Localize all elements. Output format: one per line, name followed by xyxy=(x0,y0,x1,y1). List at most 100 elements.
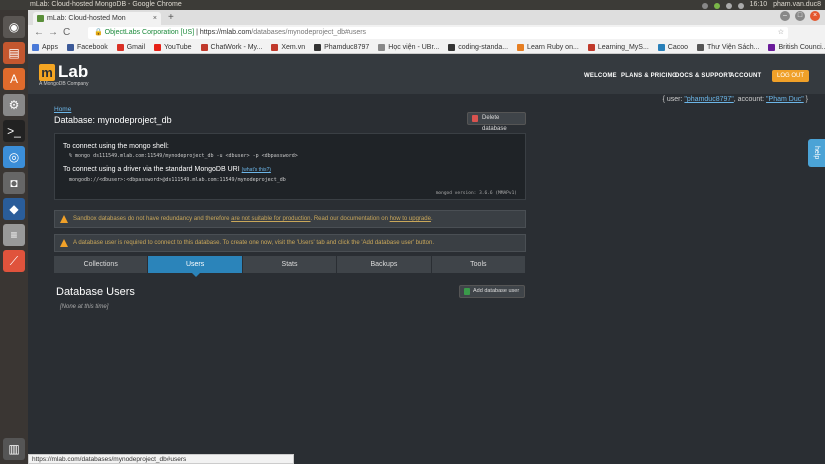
bookmark-item[interactable]: ChatWork - My... xyxy=(200,41,263,53)
software-center-icon[interactable]: A xyxy=(3,68,25,90)
bookmark-label: ChatWork - My... xyxy=(210,43,263,51)
whats-this-link[interactable]: (what's this?) xyxy=(242,167,271,173)
chat-icon[interactable] xyxy=(713,3,720,9)
volume-icon[interactable] xyxy=(737,3,744,9)
shell-command: % mongo ds111549.mlab.com:11549/mynodepr… xyxy=(69,153,298,159)
cert-org: ObjectLabs Corporation [US] xyxy=(104,29,195,36)
session-user[interactable]: pham.van.duc8 xyxy=(773,0,821,10)
bookmark-favicon-icon xyxy=(587,43,595,51)
dash-icon[interactable]: ◉ xyxy=(3,16,25,38)
launcher: ◉ ▤ A ⚙ >_ ◎ ◘ ◆ ≡ ⟋ ▥ xyxy=(0,10,28,464)
bookmark-label: Apps xyxy=(42,43,58,51)
bookmark-item[interactable]: Facebook xyxy=(66,41,108,53)
bookmark-item[interactable]: British Counci... xyxy=(768,41,825,53)
logout-button[interactable]: LOG OUT xyxy=(772,70,809,82)
mongod-version: mongod version: 3.6.6 (MMAPv1) xyxy=(435,191,517,196)
url-path: /databases/mynodeproject_db#users xyxy=(251,29,367,36)
add-database-user-button[interactable]: Add database user xyxy=(459,285,525,298)
nav-welcome[interactable]: WELCOME xyxy=(584,73,617,79)
breadcrumb-home[interactable]: Home xyxy=(54,106,71,113)
bookmark-item[interactable]: YouTube xyxy=(154,41,192,53)
delete-database-button[interactable]: Delete database xyxy=(467,112,526,132)
browser-tab[interactable]: mLab: Cloud-hosted Mon × xyxy=(33,12,161,25)
vscode-icon[interactable]: ◆ xyxy=(3,198,25,220)
how-to-upgrade-link[interactable]: how to upgrade xyxy=(390,216,431,222)
trash-icon[interactable]: ▥ xyxy=(3,438,25,460)
bookmark-label: Xem.vn xyxy=(281,43,306,51)
bookmark-label: YouTube xyxy=(164,43,192,51)
files-icon[interactable]: ▤ xyxy=(3,42,25,64)
bookmark-star-icon[interactable]: ☆ xyxy=(778,27,784,39)
tab-title: mLab: Cloud-hosted Mon xyxy=(47,15,126,22)
bookmark-item[interactable]: Apps xyxy=(32,41,58,53)
bookmark-favicon-icon xyxy=(517,43,525,51)
bookmark-item[interactable]: Learning_MyS... xyxy=(587,41,649,53)
mlab-logo[interactable]: m Lab A MongoDB Company xyxy=(39,62,89,87)
logo-text: Lab xyxy=(58,62,89,81)
maximize-icon[interactable]: □ xyxy=(795,11,805,21)
back-button[interactable]: ← xyxy=(34,27,44,39)
bookmark-item[interactable]: coding-standa... xyxy=(448,41,508,53)
tab-stats[interactable]: Stats xyxy=(242,256,338,273)
bookmark-favicon-icon xyxy=(66,43,74,51)
tab-strip: mLab: Cloud-hosted Mon × + – □ × xyxy=(28,10,825,25)
wifi-icon[interactable] xyxy=(725,3,732,9)
terminal-icon[interactable]: >_ xyxy=(3,120,25,142)
bookmark-favicon-icon xyxy=(378,43,386,51)
sandbox-warning: Sandbox databases do not have redundancy… xyxy=(54,210,526,228)
bookmark-label: British Counci... xyxy=(778,43,825,51)
tab-backups[interactable]: Backups xyxy=(337,256,432,273)
logo-subtitle: A MongoDB Company xyxy=(39,81,89,87)
nav-account[interactable]: ACCOUNT xyxy=(730,73,761,79)
shell-label: To connect using the mongo shell: xyxy=(63,143,169,150)
nav-docs-support[interactable]: DOCS & SUPPORT xyxy=(675,73,732,79)
bookmarks-bar: Apps Facebook Gmail YouTube ChatWork - My...… xyxy=(28,41,825,54)
not-suitable-link[interactable]: are not suitable for production xyxy=(231,216,310,222)
address-bar[interactable]: 🔒 ObjectLabs Corporation [US] | https://… xyxy=(88,27,788,39)
bookmark-item[interactable]: Phamduc8797 xyxy=(314,41,369,53)
bookmark-item[interactable]: Gmail xyxy=(116,41,145,53)
mlab-favicon-icon xyxy=(37,15,44,22)
help-tab[interactable]: help xyxy=(808,139,825,167)
bookmark-favicon-icon xyxy=(768,43,776,51)
database-icon[interactable]: ≡ xyxy=(3,224,25,246)
chrome-icon[interactable]: ◎ xyxy=(3,146,25,168)
minimize-icon[interactable]: – xyxy=(780,11,790,21)
bookmark-favicon-icon xyxy=(448,43,456,51)
clock[interactable]: 16:10 xyxy=(750,0,768,10)
empty-users-message: [None at this time] xyxy=(60,304,109,310)
warning-icon xyxy=(60,215,68,223)
tab-users[interactable]: Users xyxy=(148,256,243,277)
connection-info: To connect using the mongo shell: % mong… xyxy=(54,133,526,200)
user-link[interactable]: "phamduc8797" xyxy=(684,96,733,103)
bookmark-item[interactable]: Xem.vn xyxy=(271,41,305,53)
camera-icon[interactable]: ◘ xyxy=(3,172,25,194)
trash-icon xyxy=(472,115,478,122)
active-tab-caret xyxy=(192,273,201,277)
database-tabs: Collections Users Stats Backups Tools xyxy=(54,256,527,277)
bookmark-label: Thư Viện Sách... xyxy=(707,43,760,51)
reload-button[interactable]: C xyxy=(63,27,70,39)
bookmark-item[interactable]: Học viện - UBr... xyxy=(378,41,439,53)
nav-plans-pricing[interactable]: PLANS & PRICING xyxy=(621,73,677,79)
bookmark-favicon-icon xyxy=(314,43,322,51)
bookmark-label: coding-standa... xyxy=(458,43,509,51)
bookmark-item[interactable]: Thư Viện Sách... xyxy=(697,41,759,53)
warning-icon xyxy=(60,239,68,247)
close-icon[interactable]: × xyxy=(810,11,820,21)
window-title: mLab: Cloud-hosted MongoDB - Google Chro… xyxy=(30,1,182,8)
bookmark-label: Facebook xyxy=(76,43,108,51)
settings-icon[interactable]: ⚙ xyxy=(3,94,25,116)
dropbox-icon[interactable] xyxy=(701,3,708,9)
bookmark-item[interactable]: Learn Ruby on... xyxy=(517,41,579,53)
tab-close-icon[interactable]: × xyxy=(153,12,157,25)
account-link[interactable]: "Pham Duc" xyxy=(766,96,804,103)
tab-tools[interactable]: Tools xyxy=(431,256,527,273)
forward-button[interactable]: → xyxy=(48,27,58,39)
sublime-icon[interactable]: ⟋ xyxy=(3,250,25,272)
url-host: https://mlab.com xyxy=(199,29,252,36)
browser-chrome: mLab: Cloud-hosted Mon × + – □ × ← → C 🔒… xyxy=(28,10,825,54)
new-tab-button[interactable]: + xyxy=(168,12,174,24)
bookmark-item[interactable]: Cacoo xyxy=(657,41,688,53)
tab-collections[interactable]: Collections xyxy=(54,256,149,273)
